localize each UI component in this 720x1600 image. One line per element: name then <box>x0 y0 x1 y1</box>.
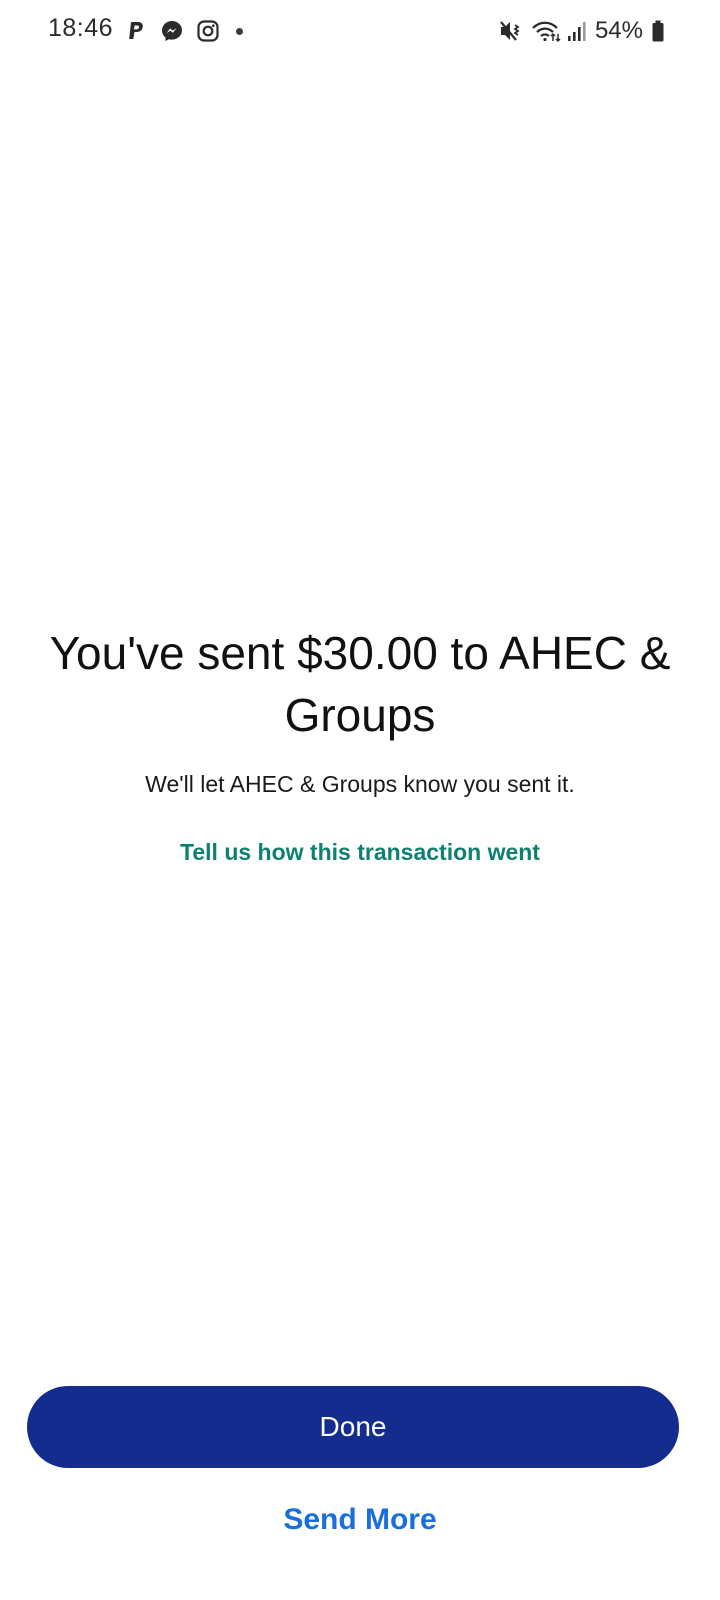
messenger-icon <box>160 19 184 43</box>
confirmation-subtitle: We'll let AHEC & Groups know you sent it… <box>145 771 575 797</box>
done-button[interactable]: Done <box>27 1386 679 1468</box>
status-bar: 18:46 54% <box>0 0 720 62</box>
transaction-feedback-link[interactable]: Tell us how this transaction went <box>60 836 660 868</box>
battery-percentage: 54% <box>594 17 643 44</box>
system-status-icons: 54% <box>493 16 664 46</box>
status-time: 18:46 <box>48 14 114 42</box>
vibrate-mute-icon <box>499 19 525 43</box>
notification-icons <box>124 18 243 44</box>
confirmation-title: You've sent $30.00 to AHEC & Groups <box>49 627 671 741</box>
payment-confirmation-screen: 18:46 54% You've sent $30.00 to AHEC & G… <box>0 0 720 1600</box>
send-more-button[interactable]: Send More <box>160 1494 560 1546</box>
more-notifications-dot <box>236 27 243 35</box>
instagram-icon <box>196 19 220 43</box>
paypal-icon <box>124 19 148 43</box>
battery-icon <box>652 20 664 42</box>
wifi-icon <box>531 19 561 43</box>
cell-signal-icon <box>567 19 587 43</box>
